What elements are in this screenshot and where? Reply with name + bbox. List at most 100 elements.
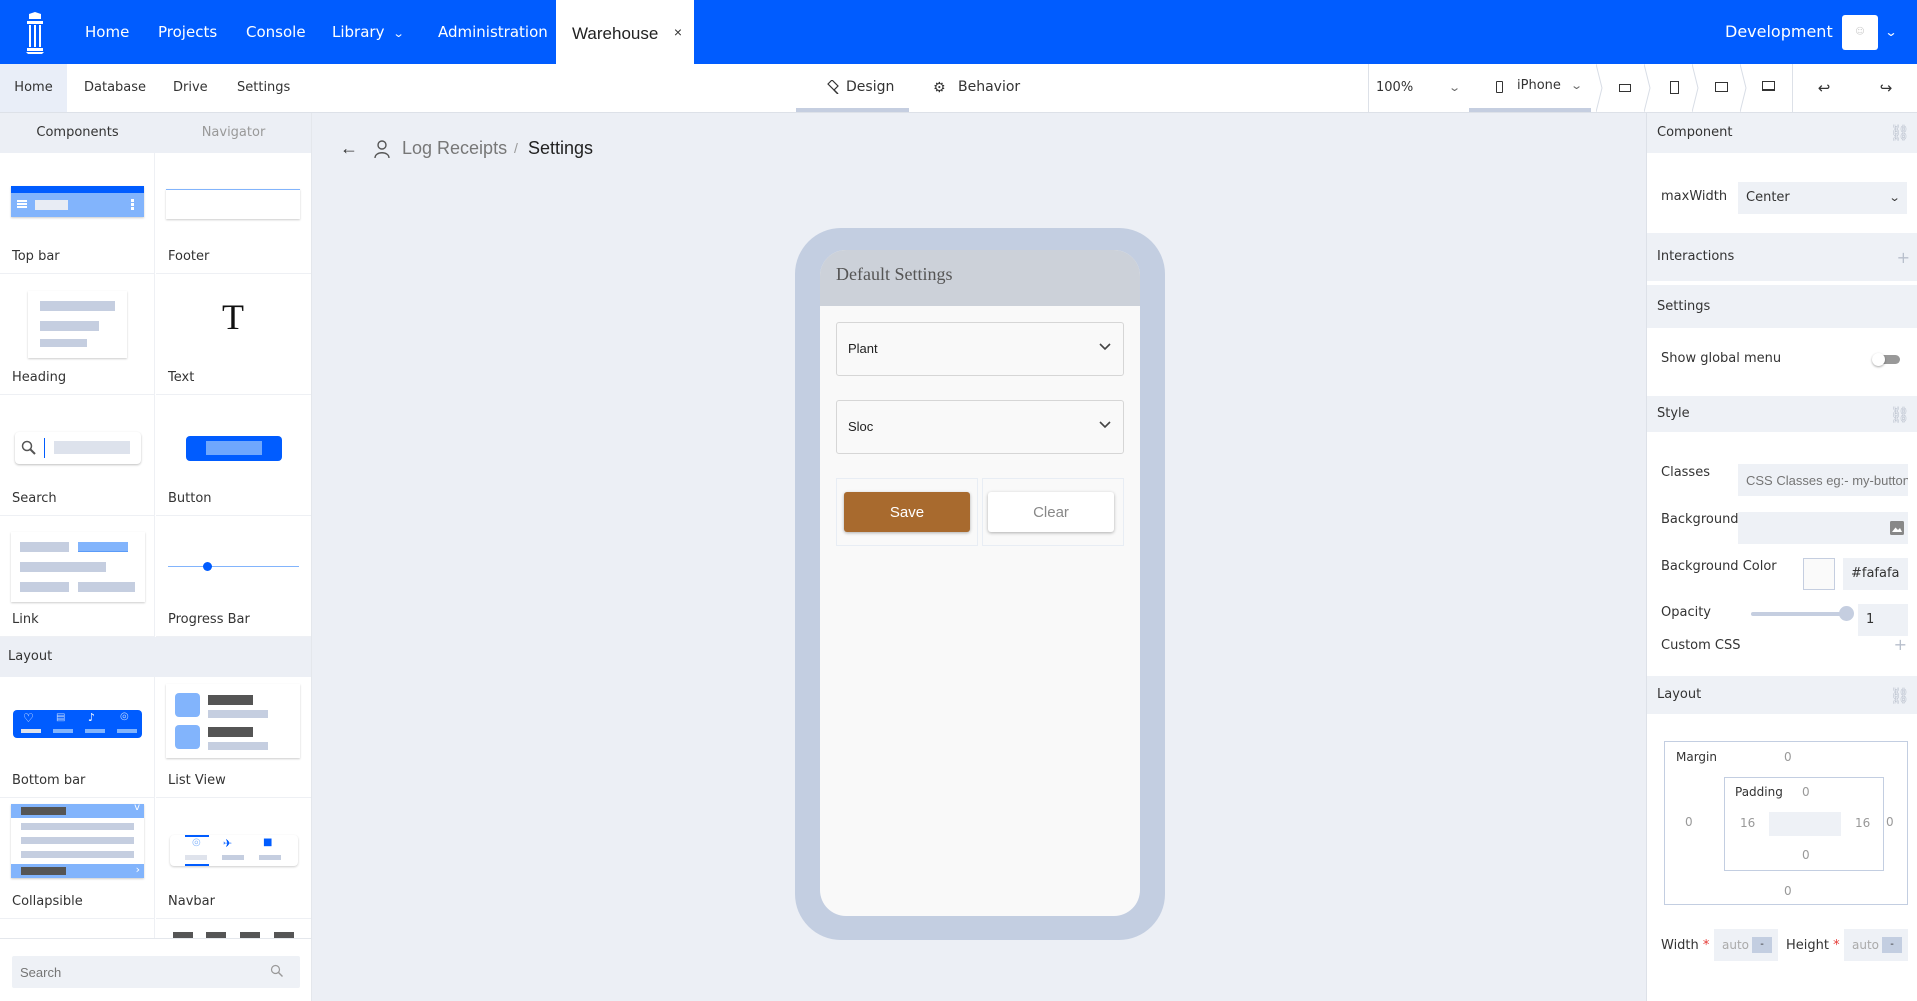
breadcrumb-separator: / (514, 140, 518, 156)
component-card-text[interactable]: T Text (156, 274, 311, 395)
padding-top-value[interactable]: 0 (1802, 785, 1810, 799)
topnav-library-label: Library (332, 23, 385, 41)
component-card-bottom-bar[interactable]: ♡ ▤ ♪ ◎ Bottom bar (0, 677, 155, 798)
environment-chevron-icon[interactable]: ⌄ (1884, 0, 1897, 64)
tab-design[interactable]: Design (795, 64, 910, 112)
tab-navigator[interactable]: Navigator (156, 113, 311, 153)
image-icon[interactable] (1890, 521, 1904, 535)
compass-icon: ◎ (192, 837, 201, 848)
topnav-home[interactable]: Home (85, 0, 129, 64)
breadcrumb-page-link[interactable]: Log Receipts (402, 133, 507, 163)
user-avatar[interactable]: ☺ (1842, 15, 1878, 50)
redo-button[interactable]: ↪ (1866, 64, 1906, 112)
landscape-phone-button[interactable] (1603, 64, 1649, 112)
opacity-input[interactable]: 1 (1858, 604, 1908, 636)
height-input[interactable]: auto - (1844, 929, 1908, 961)
open-project-tab[interactable]: Warehouse × (556, 0, 694, 64)
location-icon: ◎ (120, 711, 129, 722)
opacity-slider[interactable] (1751, 606, 1854, 621)
width-unit-button[interactable]: - (1752, 937, 1772, 953)
component-card-list-view[interactable]: List View (156, 677, 311, 798)
show-global-menu-toggle[interactable] (1872, 353, 1900, 366)
padding-left-value[interactable]: 16 (1740, 816, 1755, 830)
back-arrow-icon[interactable]: ← (340, 133, 358, 163)
device-select[interactable]: iPhone ⌄ (1469, 64, 1591, 112)
save-button[interactable]: Save (844, 492, 970, 532)
background-color-swatch[interactable] (1803, 558, 1835, 590)
subnav-drive[interactable]: Drive (173, 64, 208, 112)
component-label: Button (168, 491, 212, 506)
add-custom-css-icon[interactable]: + (1894, 635, 1907, 654)
footer-preview (166, 189, 300, 219)
padding-bottom-value[interactable]: 0 (1802, 848, 1810, 862)
zoom-select[interactable]: 100% ⌄ (1368, 64, 1469, 112)
topnav-library[interactable]: Library ⌄ (332, 0, 405, 64)
undo-button[interactable]: ↩ (1804, 64, 1844, 112)
component-card-top-bar[interactable]: Top bar (0, 153, 155, 274)
link-icon[interactable]: ⛓ (1890, 676, 1910, 716)
topnav-administration[interactable]: Administration (438, 0, 548, 64)
background-image-input[interactable] (1738, 512, 1908, 544)
screen-header-title[interactable]: Default Settings (820, 250, 1140, 306)
music-icon: ♪ (88, 711, 96, 724)
heart-icon: ♡ (23, 711, 34, 725)
padding-right-value[interactable]: 16 (1855, 816, 1870, 830)
layout-section-header: Layout ⛓ (1647, 676, 1917, 714)
maxwidth-select[interactable]: Center ⌄ (1738, 182, 1907, 214)
tab-behavior[interactable]: ⚙ Behavior (933, 64, 1020, 112)
laptop-button[interactable] (1746, 64, 1792, 112)
topnav-projects[interactable]: Projects (158, 0, 217, 64)
height-unit-button[interactable]: - (1882, 937, 1902, 953)
background-color-input[interactable]: #fafafa (1843, 558, 1908, 590)
width-input[interactable]: auto - (1714, 929, 1778, 961)
component-card-search[interactable]: Search (0, 395, 155, 516)
phone-screen[interactable]: Default Settings Plant Sloc Save Clear (820, 250, 1140, 916)
components-panel: Components Navigator Top bar Footer Head… (0, 113, 311, 1001)
close-tab-icon[interactable]: × (674, 0, 682, 64)
margin-right-value[interactable]: 0 (1886, 815, 1894, 829)
tab-behavior-label: Behavior (958, 79, 1021, 95)
settings-section-title: Settings (1657, 299, 1711, 314)
margin-label: Margin (1676, 750, 1717, 764)
chevron-down-icon: ⌄ (1569, 79, 1583, 92)
tablet-button[interactable] (1699, 64, 1745, 112)
opacity-slider-thumb[interactable] (1839, 606, 1854, 621)
component-card-link[interactable]: Link (0, 516, 155, 637)
component-search-area (0, 938, 311, 1001)
component-card-footer[interactable]: Footer (156, 153, 311, 274)
search-icon[interactable] (270, 964, 284, 978)
pillar-logo-icon[interactable] (22, 12, 48, 54)
subnav-home[interactable]: Home (0, 64, 67, 112)
link-icon[interactable]: ⛓ (1890, 396, 1910, 434)
progress-bar-preview (168, 562, 299, 571)
subnav-database[interactable]: Database (84, 64, 146, 112)
component-card-partial[interactable] (156, 919, 311, 938)
margin-bottom-value[interactable]: 0 (1784, 884, 1792, 898)
plant-select[interactable]: Plant (836, 322, 1124, 376)
button-preview (186, 436, 282, 461)
component-card-heading[interactable]: Heading (0, 274, 155, 395)
component-card-partial[interactable] (0, 919, 155, 938)
clear-button[interactable]: Clear (988, 492, 1114, 532)
margin-left-value[interactable]: 0 (1685, 815, 1693, 829)
topnav-console[interactable]: Console (246, 0, 306, 64)
tab-components[interactable]: Components (0, 113, 155, 153)
component-search-input[interactable] (12, 956, 300, 988)
component-card-progress-bar[interactable]: Progress Bar (156, 516, 311, 637)
heading-preview (28, 291, 127, 358)
sloc-select[interactable]: Sloc (836, 400, 1124, 454)
classes-input[interactable] (1738, 464, 1908, 496)
subnav-settings[interactable]: Settings (237, 64, 290, 112)
component-label: Footer (168, 249, 210, 264)
add-interaction-icon[interactable]: + (1897, 233, 1910, 283)
settings-section-header: Settings (1647, 285, 1917, 328)
component-card-navbar[interactable]: ◎ ✈ ■ Navbar (156, 798, 311, 919)
margin-top-value[interactable]: 0 (1784, 750, 1792, 764)
environment-label[interactable]: Development (1725, 0, 1833, 64)
custom-css-label: Custom CSS (1661, 638, 1741, 653)
link-icon[interactable]: ⛓ (1890, 113, 1910, 153)
margin-box: Margin 0 0 0 0 Padding 0 16 16 0 (1664, 741, 1908, 905)
component-card-button[interactable]: Button (156, 395, 311, 516)
component-card-collapsible[interactable]: v › Collapsible (0, 798, 155, 919)
portrait-phone-button[interactable] (1651, 64, 1697, 112)
